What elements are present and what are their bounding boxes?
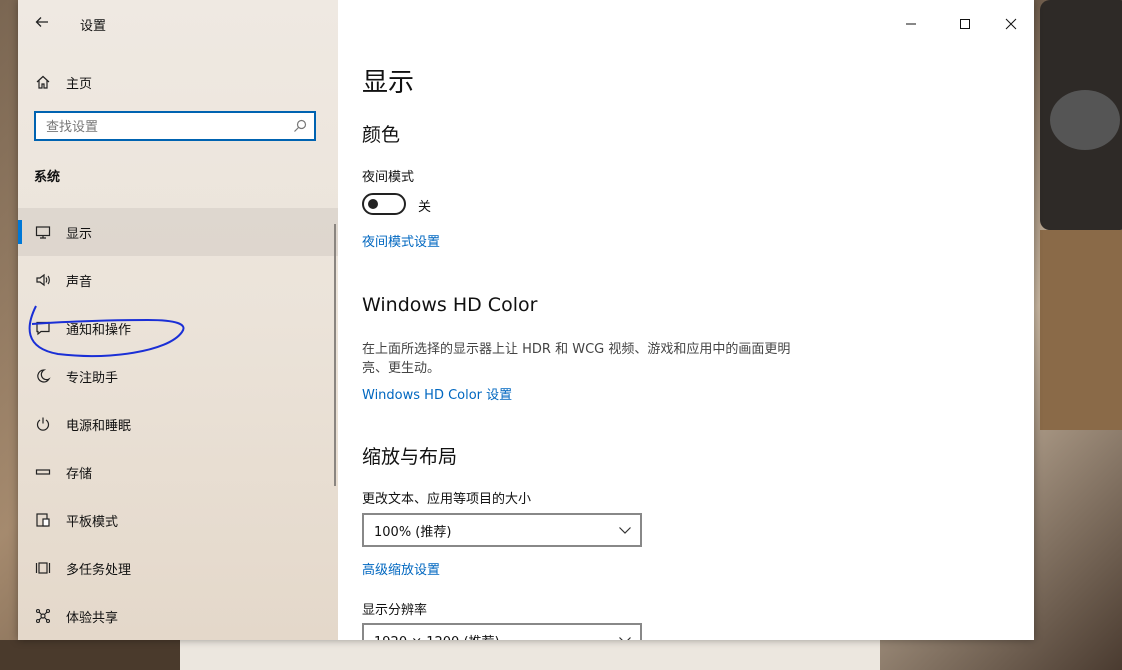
- moon-icon: [34, 367, 52, 385]
- maximize-icon: [960, 19, 970, 29]
- home-icon: [34, 73, 52, 91]
- sidebar-scrollbar[interactable]: [334, 224, 336, 486]
- search-box[interactable]: [34, 111, 316, 141]
- maximize-button[interactable]: [942, 0, 988, 48]
- resolution-label: 显示分辨率: [362, 603, 428, 618]
- home-label: 主页: [66, 76, 93, 92]
- sidebar-item-label: 电源和睡眠: [66, 418, 132, 434]
- search-icon[interactable]: [292, 118, 308, 134]
- sidebar-item-label: 体验共享: [66, 610, 119, 626]
- sidebar-item-label: 声音: [66, 274, 93, 290]
- sidebar-item-label: 显示: [66, 226, 93, 242]
- section-title-hd-color: Windows HD Color: [362, 294, 538, 316]
- camera-lens-decoration: [1050, 90, 1120, 150]
- search-input[interactable]: [44, 116, 288, 138]
- tablet-icon: [34, 511, 52, 529]
- sidebar-item-focus-assist[interactable]: 专注助手: [18, 352, 338, 400]
- toggle-knob: [368, 199, 378, 209]
- sidebar-item-sound[interactable]: 声音: [18, 256, 338, 304]
- sidebar-item-label: 专注助手: [66, 370, 119, 386]
- sidebar-item-tablet-mode[interactable]: 平板模式: [18, 496, 338, 544]
- sidebar-item-multitasking[interactable]: 多任务处理: [18, 544, 338, 592]
- back-arrow-icon: [35, 17, 48, 27]
- monitor-icon: [34, 223, 52, 241]
- sidebar-item-shared-experiences[interactable]: 体验共享: [18, 592, 338, 640]
- sidebar-item-label: 存储: [66, 466, 93, 482]
- minimize-icon: [906, 23, 916, 25]
- speaker-icon: [34, 271, 52, 289]
- hd-color-settings-link[interactable]: Windows HD Color 设置: [362, 384, 512, 403]
- share-icon: [34, 607, 52, 625]
- titlebar-left: 设置: [18, 0, 338, 48]
- sidebar-item-label: 通知和操作: [66, 322, 132, 338]
- minimize-button[interactable]: [888, 0, 934, 48]
- sidebar-item-label: 平板模式: [66, 514, 119, 530]
- desk-decoration: [1040, 230, 1122, 430]
- sidebar-item-power[interactable]: 电源和睡眠: [18, 400, 338, 448]
- section-title-scale-layout: 缩放与布局: [362, 446, 458, 468]
- app-title: 设置: [80, 19, 107, 34]
- sidebar-item-label: 多任务处理: [66, 562, 132, 578]
- sidebar-item-storage[interactable]: 存储: [18, 448, 338, 496]
- night-mode-settings-link[interactable]: 夜间模式设置: [362, 231, 440, 250]
- sidebar-item-display[interactable]: 显示: [18, 208, 338, 256]
- section-title-system: 系统: [34, 170, 61, 185]
- back-button[interactable]: [28, 8, 56, 36]
- storage-icon: [34, 463, 52, 481]
- section-title-color: 颜色: [362, 124, 401, 146]
- power-icon: [34, 415, 52, 433]
- settings-window: 设置 主页 系统: [18, 0, 1034, 640]
- advanced-scaling-link[interactable]: 高级缩放设置: [362, 559, 440, 578]
- resolution-value: 1920 × 1200 (推荐): [374, 631, 500, 640]
- sidebar: 设置 主页 系统: [18, 0, 338, 640]
- close-button[interactable]: [988, 0, 1034, 48]
- content-pane: 显示 颜色 夜间模式 关 夜间模式设置 Windows HD Color 在上面…: [338, 0, 1034, 640]
- text-size-dropdown[interactable]: 100% (推荐): [362, 513, 642, 547]
- night-mode-label: 夜间模式: [362, 170, 415, 185]
- text-size-value: 100% (推荐): [374, 525, 452, 540]
- text-size-label: 更改文本、应用等项目的大小: [362, 492, 532, 507]
- multitask-icon: [34, 559, 52, 577]
- sidebar-item-home[interactable]: 主页: [18, 64, 338, 100]
- notification-icon: [34, 319, 52, 337]
- paper-decoration: [180, 640, 880, 670]
- close-icon: [1005, 18, 1017, 30]
- resolution-dropdown[interactable]: 1920 × 1200 (推荐): [362, 623, 642, 640]
- night-mode-state: 关: [418, 200, 432, 215]
- chevron-down-icon: [619, 527, 631, 534]
- night-mode-toggle[interactable]: [362, 193, 406, 215]
- desk-edge-decoration: [0, 640, 180, 670]
- sidebar-nav-list: 显示 声音 通知和操作 专注助手 电源和睡眠 存储 平板模式 多任务处理 体验共…: [18, 208, 338, 640]
- sidebar-item-notifications[interactable]: 通知和操作: [18, 304, 338, 352]
- chevron-down-icon: [619, 637, 631, 640]
- page-title: 显示: [362, 68, 415, 98]
- hd-color-description: 在上面所选择的显示器上让 HDR 和 WCG 视频、游戏和应用中的画面更明亮、更…: [362, 342, 791, 376]
